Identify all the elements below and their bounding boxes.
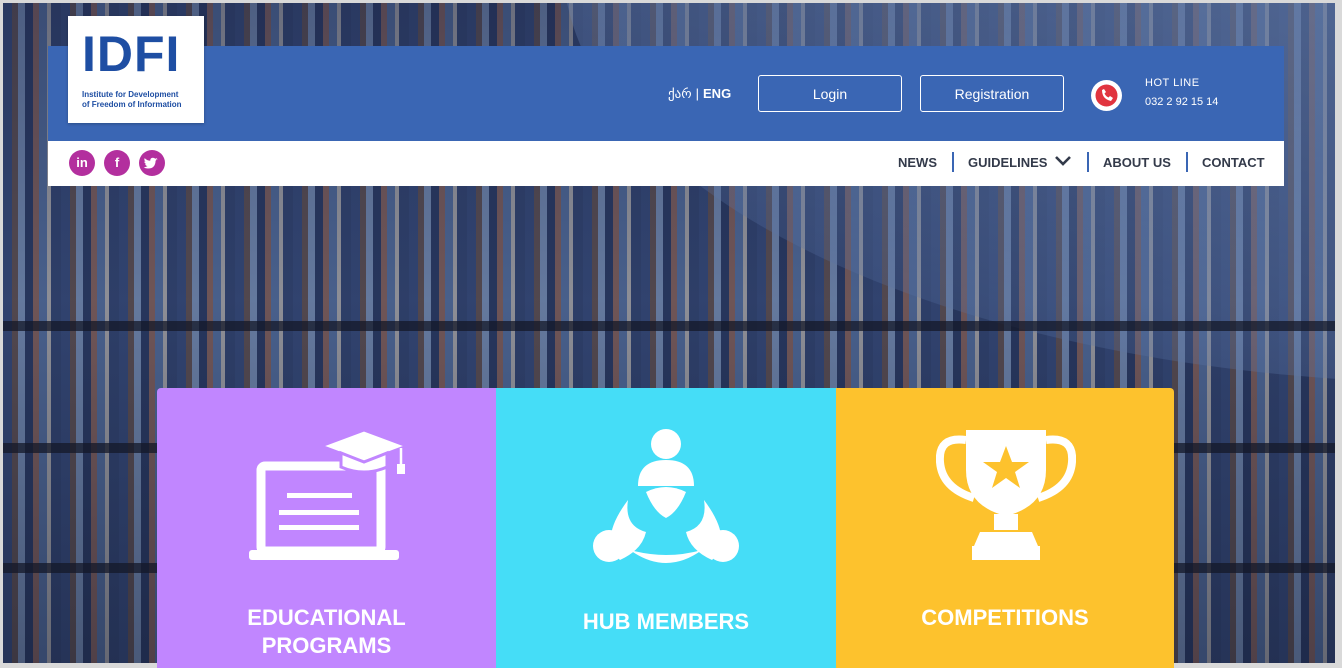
registration-button[interactable]: Registration (920, 75, 1064, 112)
nav-guidelines-label: GUIDELINES (968, 155, 1048, 170)
logo-subtitle: Institute for Development of Freedom of … (82, 90, 197, 110)
facebook-icon[interactable]: f (104, 150, 130, 176)
nav-about-us[interactable]: ABOUT US (1103, 155, 1171, 170)
tile-competitions[interactable]: COMPETITIONS (836, 388, 1174, 668)
tile-hub-members[interactable]: HUB MEMBERS (496, 388, 836, 668)
hotline-title: HOT LINE (1145, 77, 1200, 89)
nav-contact[interactable]: CONTACT (1202, 155, 1265, 170)
twitter-bird-glyph (143, 157, 158, 169)
trophy-icon (936, 430, 1076, 560)
logo-subtitle-line2: of Freedom of Information (82, 100, 182, 109)
nav-bar (48, 141, 1284, 186)
nav-separator (1087, 152, 1089, 172)
logo-subtitle-line1: Institute for Development (82, 90, 179, 99)
nav-guidelines[interactable]: GUIDELINES (968, 155, 1072, 170)
bookshelf-ledge (3, 321, 1335, 331)
twitter-icon[interactable] (139, 150, 165, 176)
nav-news[interactable]: NEWS (898, 155, 937, 170)
idfi-logo[interactable]: IDFI Institute for Development of Freedo… (68, 16, 204, 123)
language-switcher: ქარ | ENG (668, 86, 731, 102)
lang-georgian[interactable]: ქარ (668, 86, 692, 101)
tile-label-educational: EDUCATIONAL PROGRAMS (157, 604, 496, 660)
hotline-number[interactable]: 032 2 92 15 14 (1145, 96, 1218, 108)
tile-label-line1: EDUCATIONAL (247, 605, 406, 630)
linkedin-icon[interactable]: in (69, 150, 95, 176)
lang-separator: | (695, 86, 700, 101)
laptop-graduation-cap-icon (249, 428, 409, 560)
tile-label-line2: PROGRAMS (261, 633, 392, 658)
community-icon (593, 429, 739, 563)
logo-mark: IDFI (82, 26, 181, 82)
phone-icon-glyph (1095, 84, 1118, 107)
lang-english[interactable]: ENG (703, 86, 731, 101)
phone-icon (1091, 80, 1122, 111)
tile-label-competitions: COMPETITIONS (921, 605, 1089, 630)
nav-separator (1186, 152, 1188, 172)
tile-label-hub: HUB MEMBERS (582, 609, 750, 634)
tile-educational-programs[interactable]: EDUCATIONAL PROGRAMS (157, 388, 496, 668)
chevron-down-icon (1055, 156, 1072, 166)
login-button[interactable]: Login (758, 75, 902, 112)
nav-separator (952, 152, 954, 172)
